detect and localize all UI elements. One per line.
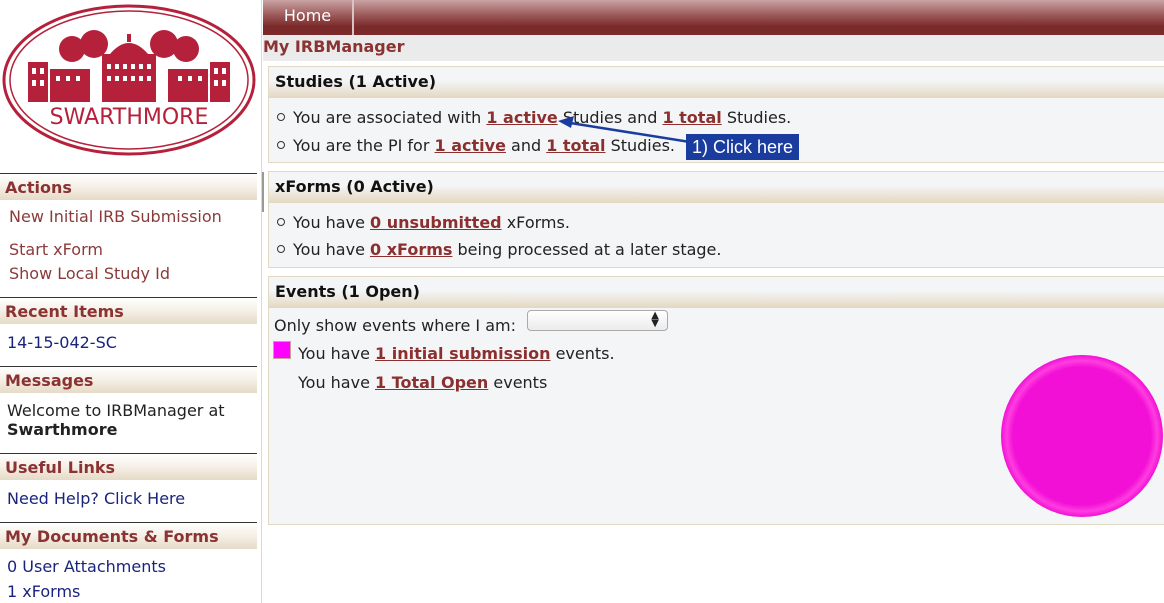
text: being processed at a later stage. xyxy=(452,240,722,259)
subheader: My IRBManager xyxy=(263,35,1164,61)
studies-header: Studies (1 Active) xyxy=(269,67,1164,98)
institution-name: Swarthmore xyxy=(7,420,118,439)
recent-items-header: Recent Items xyxy=(0,297,257,324)
page-title: My IRBManager xyxy=(263,37,405,56)
text: You are associated with xyxy=(293,108,487,127)
associated-active-studies-link[interactable]: 1 active xyxy=(486,108,557,127)
events-initial-submission-line: You have 1 initial submission events. xyxy=(298,344,615,363)
swarthmore-logo: SWARTHMORE xyxy=(2,4,256,156)
need-help-link[interactable]: Need Help? Click Here xyxy=(7,489,185,508)
recent-item-link[interactable]: 14-15-042-SC xyxy=(7,333,117,352)
welcome-text: Welcome to IRBManager at xyxy=(7,401,225,420)
user-attachments-link[interactable]: 0 User Attachments xyxy=(7,557,166,576)
useful-links-header: Useful Links xyxy=(0,453,257,480)
xforms-unsubmitted-line: You have 0 unsubmitted xForms. xyxy=(277,213,570,232)
annotation-callout: 1) Click here xyxy=(686,134,800,160)
xforms-panel: xForms (0 Active) You have 0 unsubmitted… xyxy=(268,171,1164,268)
start-xform-link[interactable]: Start xForm xyxy=(9,240,103,259)
xforms-header: xForms (0 Active) xyxy=(269,172,1164,203)
text: and xyxy=(505,136,547,155)
initial-submission-events-link[interactable]: 1 initial submission xyxy=(375,344,550,363)
unsubmitted-xforms-link[interactable]: 0 unsubmitted xyxy=(370,213,502,232)
text: You are the PI for xyxy=(293,136,435,155)
text: Studies. xyxy=(721,108,792,127)
events-panel: Events (1 Open) Only show events where I… xyxy=(268,276,1164,525)
events-role-select[interactable]: ▲ ▼ xyxy=(527,310,668,331)
legend-swatch-initial-submission xyxy=(273,341,291,359)
pie-slice-initial-submission[interactable] xyxy=(1001,355,1163,517)
studies-associated-line: You are associated with 1 active Studies… xyxy=(277,108,791,127)
svg-text:SWARTHMORE: SWARTHMORE xyxy=(50,105,209,130)
welcome-message: Welcome to IRBManager at Swarthmore xyxy=(7,401,225,439)
documents-forms-header: My Documents & Forms xyxy=(0,522,257,549)
select-arrows-icon: ▲ ▼ xyxy=(651,310,659,329)
text: You have xyxy=(293,240,371,259)
events-pie-chart xyxy=(1001,355,1163,517)
new-initial-irb-submission-link[interactable]: New Initial IRB Submission xyxy=(9,207,222,226)
text: xForms. xyxy=(501,213,570,232)
events-header: Events (1 Open) xyxy=(269,277,1164,308)
bullet-icon xyxy=(277,112,285,121)
xforms-processing-line: You have 0 xForms being processed at a l… xyxy=(277,240,721,259)
events-total-open-line: You have 1 Total Open events xyxy=(298,373,547,392)
bullet-icon xyxy=(277,217,285,226)
bullet-icon xyxy=(277,244,285,253)
messages-header: Messages xyxy=(0,366,257,393)
text: events xyxy=(488,373,548,392)
text: You have xyxy=(293,213,371,232)
sidebar: SWARTHMORE Actions New Initial IRB Submi… xyxy=(0,0,262,603)
xforms-link[interactable]: 1 xForms xyxy=(7,582,80,601)
bullet-icon xyxy=(277,140,285,149)
processing-xforms-link[interactable]: 0 xForms xyxy=(370,240,452,259)
total-open-events-link[interactable]: 1 Total Open xyxy=(375,373,488,392)
events-filter-label: Only show events where I am: xyxy=(274,316,516,335)
pi-active-studies-link[interactable]: 1 active xyxy=(435,136,506,155)
text: events. xyxy=(550,344,615,363)
actions-header: Actions xyxy=(0,173,257,200)
text: You have xyxy=(298,373,376,392)
show-local-study-id-link[interactable]: Show Local Study Id xyxy=(9,264,170,283)
annotation-arrow-icon xyxy=(558,116,691,144)
tab-home[interactable]: Home xyxy=(263,0,354,35)
top-navigation: Home xyxy=(263,0,1164,35)
text: You have xyxy=(298,344,376,363)
